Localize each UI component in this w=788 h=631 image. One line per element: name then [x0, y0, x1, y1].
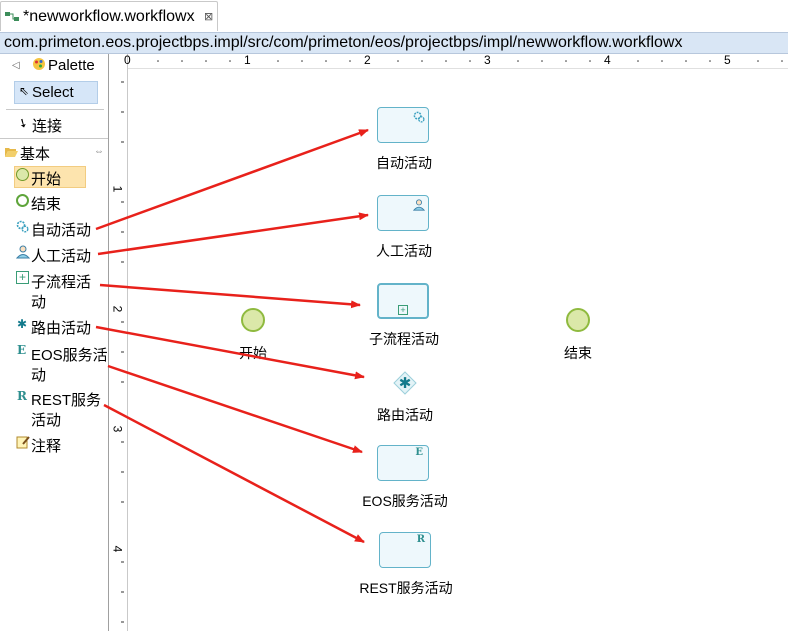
annotation-arrows: [95, 128, 369, 544]
arrow-auto-activity: [95, 128, 369, 231]
arrow-manual-activity: [97, 212, 369, 256]
arrow-eos-service: [107, 364, 363, 454]
arrow-rest-service: [103, 403, 365, 544]
arrow-subprocess: [99, 283, 361, 309]
arrow-route: [95, 325, 365, 380]
